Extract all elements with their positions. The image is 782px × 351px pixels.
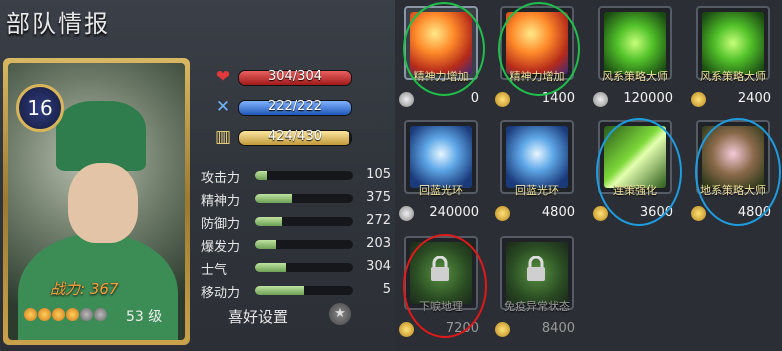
unit-info-panel: 部队情报 16 战力: 367 53 级 ❤ 304/304 ✕ 222/222… <box>0 0 395 351</box>
gold-coin-icon <box>593 206 608 221</box>
star-pip-icon <box>24 308 37 321</box>
gold-coin-icon <box>495 206 510 221</box>
mana-aura-icon <box>410 126 472 188</box>
skill-name: 回蓝光环 <box>515 184 559 197</box>
skill-name: 免疫异常状态 <box>504 300 570 313</box>
silver-coin-icon <box>399 206 414 221</box>
highlight-ring-red <box>403 234 487 338</box>
hero-power: 战力: 367 <box>50 280 119 298</box>
gold-coin-icon <box>399 322 414 337</box>
hero-face <box>68 163 138 243</box>
silver-coin-icon <box>593 92 608 107</box>
mana-aura-icon <box>506 126 568 188</box>
book-icon: ▥ <box>214 127 232 147</box>
star-icon[interactable]: ★ <box>329 303 351 325</box>
gold-coin-icon <box>495 92 510 107</box>
hero-star-rating <box>24 308 107 321</box>
highlight-ring-blue <box>695 118 781 226</box>
mp-value: 222/222 <box>267 99 322 114</box>
preferences-label[interactable]: 喜好设置 <box>228 306 288 327</box>
silver-coin-icon <box>399 92 414 107</box>
hero-level-badge: 16 <box>16 84 64 132</box>
star-pip-icon <box>94 308 107 321</box>
gold-coin-icon <box>691 206 706 221</box>
skill-price: 2400 <box>737 91 771 106</box>
hero-level-text: 53 级 <box>126 309 163 325</box>
skill-name: 风系策略大师 <box>700 70 766 83</box>
skill-slot[interactable]: 风系策略大师 120000 <box>591 4 679 114</box>
highlight-ring-blue <box>596 118 682 226</box>
highlight-ring-green <box>498 2 580 96</box>
star-pip-icon <box>66 308 79 321</box>
hero-hat <box>56 101 146 171</box>
exp-value: 424/430 <box>267 129 322 144</box>
highlight-ring-green <box>403 2 485 96</box>
skill-slot[interactable]: 回蓝光环 240000 <box>397 118 485 228</box>
skill-price: 8400 <box>541 321 575 336</box>
skill-price: 120000 <box>623 91 673 106</box>
hp-value: 304/304 <box>267 69 322 84</box>
gold-coin-icon <box>691 92 706 107</box>
panel-title: 部队情报 <box>6 10 110 38</box>
heart-icon: ❤ <box>215 67 231 87</box>
skill-grid: 精神力增加 0 精神力增加 1400 风系策略大师 120000 风系策略大师 … <box>395 0 782 351</box>
lock-icon <box>527 256 545 281</box>
swords-icon: ✕ <box>215 97 231 117</box>
skill-slot-locked[interactable]: 免疫异常状态 8400 <box>493 234 581 344</box>
star-pip-icon <box>52 308 65 321</box>
skill-slot[interactable]: 回蓝光环 4800 <box>493 118 581 228</box>
skill-slot[interactable]: 风系策略大师 2400 <box>689 4 777 114</box>
skill-price: 4800 <box>541 205 575 220</box>
star-pip-icon <box>38 308 51 321</box>
gold-coin-icon <box>495 322 510 337</box>
skill-name: 回蓝光环 <box>419 184 463 197</box>
star-pip-icon <box>80 308 93 321</box>
skill-price: 240000 <box>429 205 479 220</box>
skill-name: 风系策略大师 <box>602 70 668 83</box>
wind-strategy-icon <box>702 12 764 74</box>
wind-strategy-icon <box>604 12 666 74</box>
